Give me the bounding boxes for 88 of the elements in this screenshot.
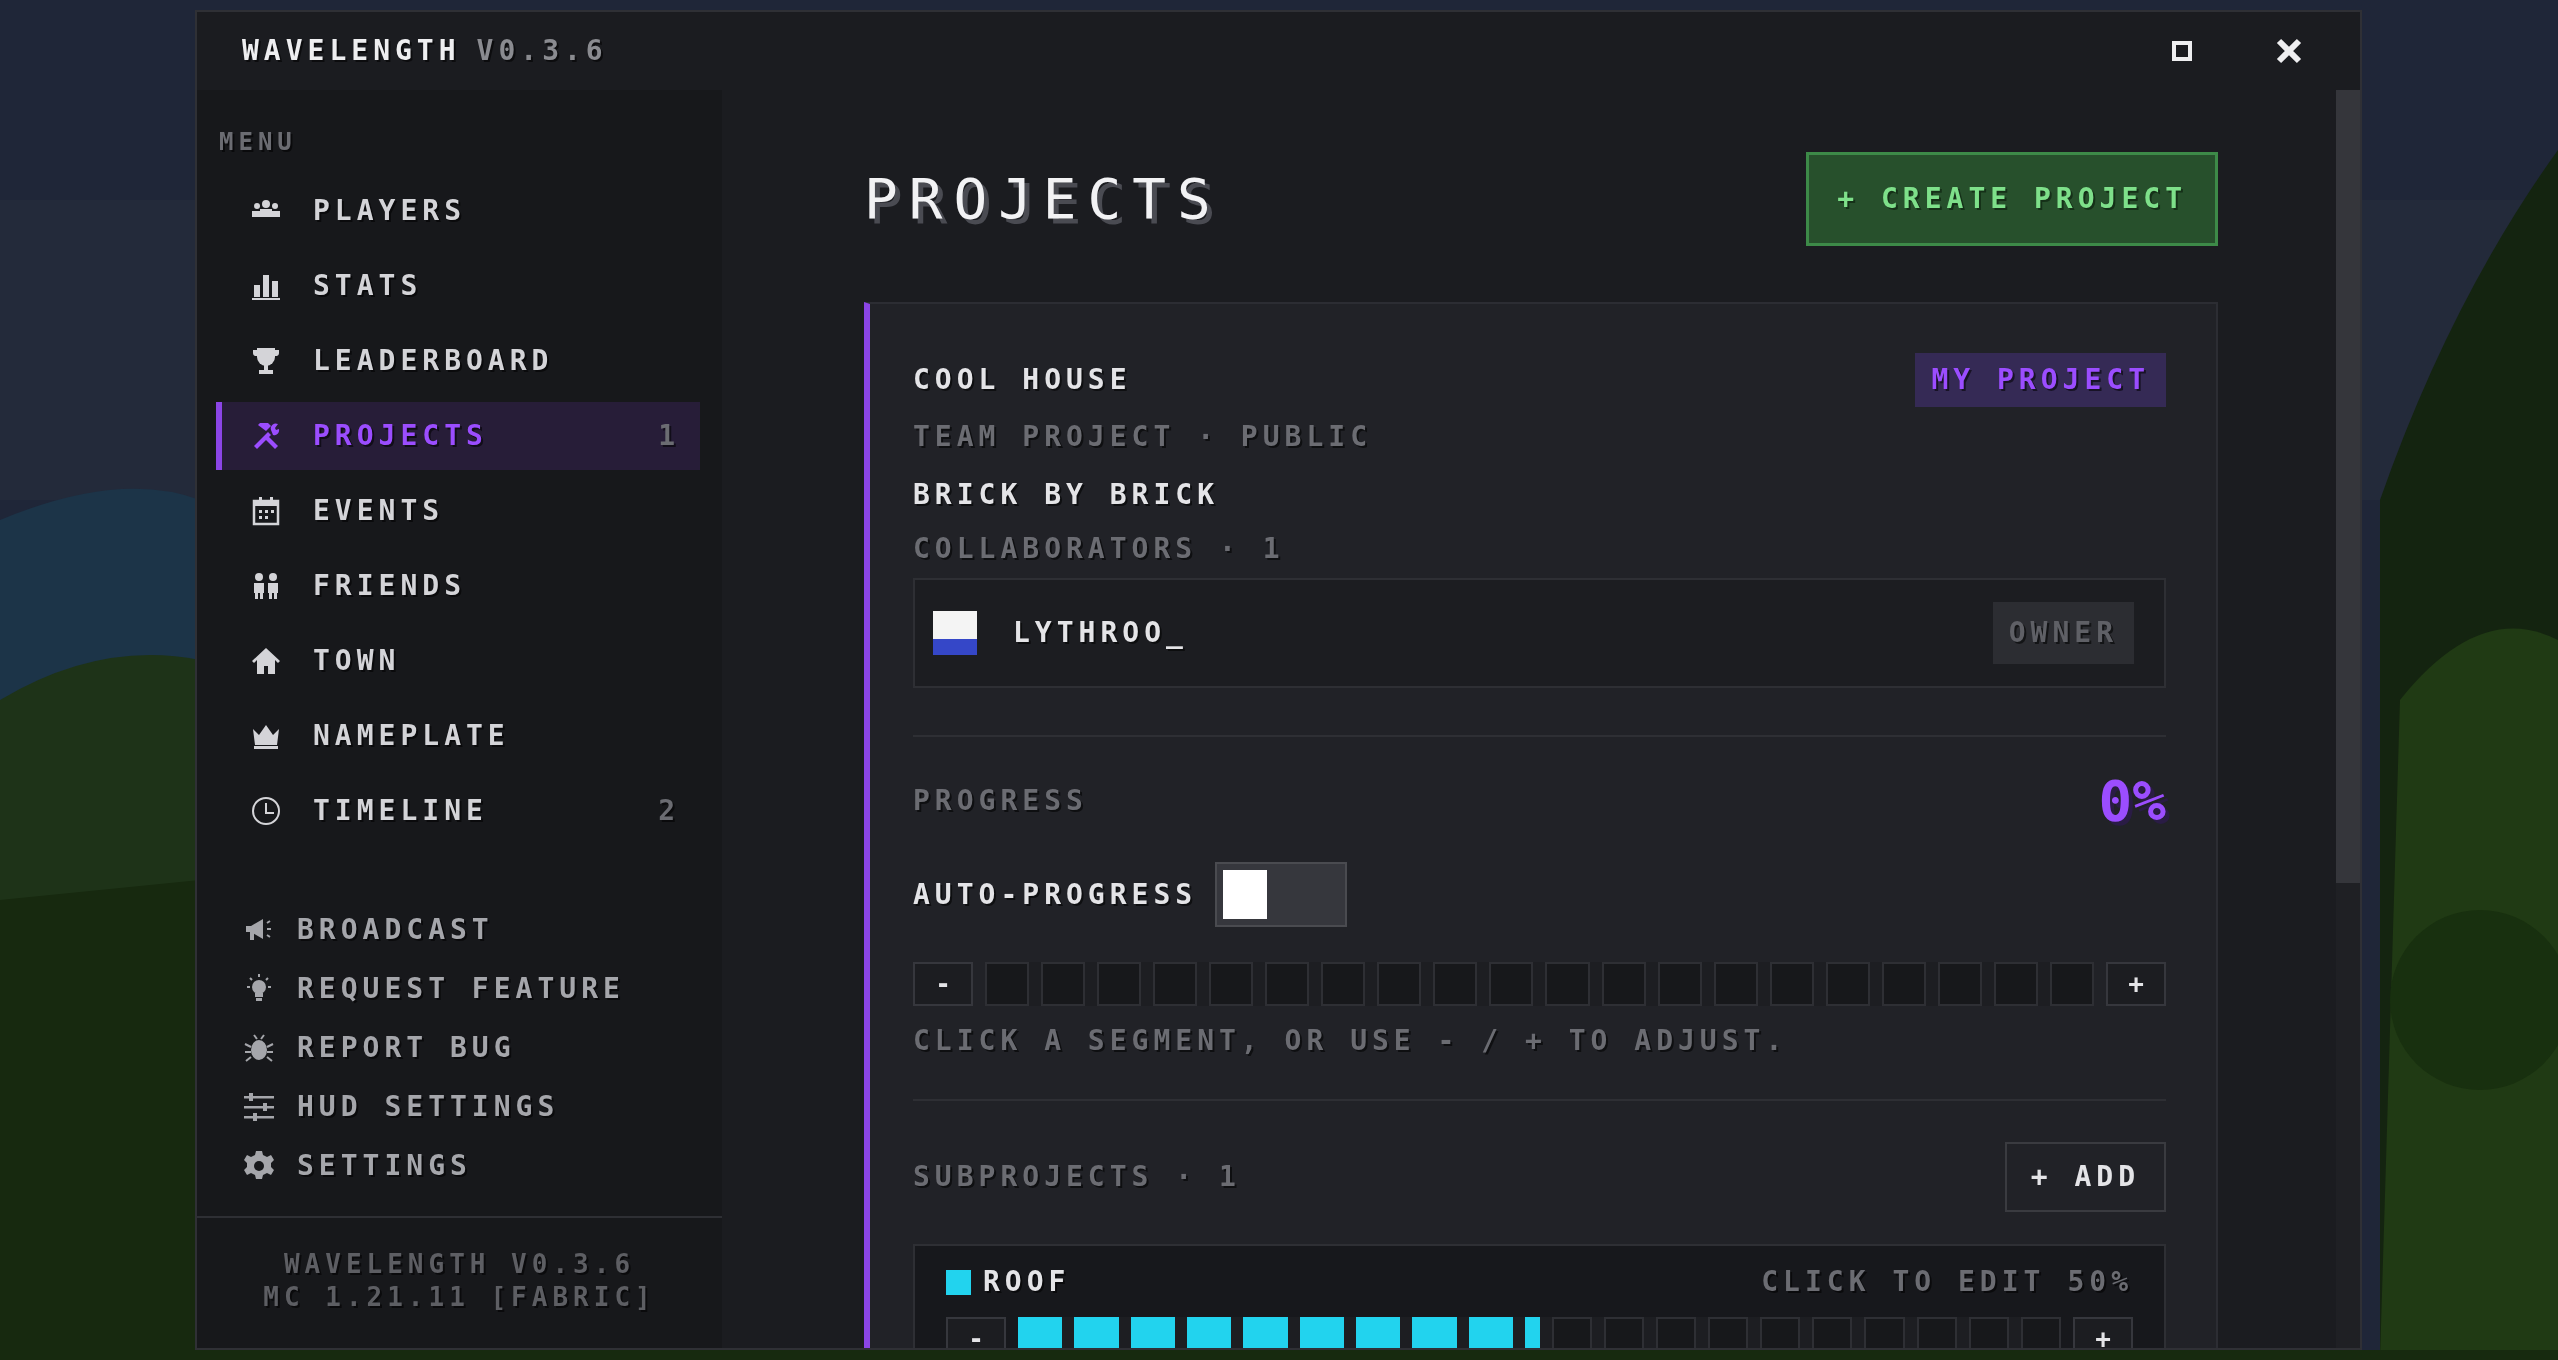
calendar-icon xyxy=(251,496,281,526)
project-name: COOL HOUSE xyxy=(913,362,1132,398)
progress-segment[interactable] xyxy=(1377,962,1422,1006)
sidebar-item[interactable]: SETTINGS xyxy=(216,1141,700,1191)
progress-percent: 0% xyxy=(2098,767,2166,835)
progress-segment[interactable] xyxy=(1097,962,1142,1006)
add-button[interactable]: + ADD xyxy=(2004,1142,2166,1212)
progress-segment[interactable] xyxy=(1881,962,1926,1006)
item-count: 1 xyxy=(658,418,680,454)
subproject-name: ROOF xyxy=(983,1264,1071,1300)
progress-segment[interactable] xyxy=(1551,1317,1592,1348)
progress-segment[interactable] xyxy=(1812,1317,1853,1348)
decrement-button[interactable]: - xyxy=(946,1317,1006,1348)
progress-label: PROGRESS xyxy=(913,783,1088,819)
subprojects-label: SUBPROJECTS · 1 xyxy=(913,1159,1241,1195)
sidebar-item[interactable]: LEADERBOARD xyxy=(216,327,700,395)
project-meta: TEAM PROJECT · PUBLIC xyxy=(913,419,1373,455)
subproject-card[interactable]: ROOF CLICK TO EDIT 50% - + xyxy=(913,1244,2166,1348)
sidebar-item[interactable]: REPORT BUG xyxy=(216,1023,700,1073)
project-badge: MY PROJECT xyxy=(1915,353,2166,407)
toggle-switch[interactable] xyxy=(1215,862,1348,927)
team-name: BRICK BY BRICK xyxy=(913,477,1220,513)
progress-segment[interactable] xyxy=(1825,962,1870,1006)
sidebar-item[interactable]: TOWN xyxy=(216,627,700,695)
sidebar-item[interactable]: TIMELINE 2 xyxy=(216,777,700,845)
auto-progress-label: AUTO-PROGRESS xyxy=(913,876,1198,913)
progress-segment[interactable] xyxy=(1655,1317,1696,1348)
collaborator-name: LYTHROO_ xyxy=(1013,615,1188,651)
progress-segment[interactable] xyxy=(1937,962,1982,1006)
progress-segment[interactable] xyxy=(1209,962,1254,1006)
progress-segment[interactable] xyxy=(1603,1317,1644,1348)
progress-segment[interactable] xyxy=(1864,1317,1905,1348)
edit-hint: CLICK TO EDIT xyxy=(1761,1264,2046,1300)
clock-icon xyxy=(251,796,281,826)
progress-segment[interactable] xyxy=(1265,962,1310,1006)
trophy-icon xyxy=(251,346,281,376)
sidebar-item[interactable]: REQUEST FEATURE xyxy=(216,964,700,1014)
progress-segment[interactable] xyxy=(1993,962,2038,1006)
version-label: V0.3.6 xyxy=(476,33,608,69)
progress-segment[interactable] xyxy=(1707,1317,1749,1348)
progress-segment[interactable] xyxy=(1916,1317,1957,1348)
hint-text: CLICK A SEGMENT, OR USE - / + TO ADJUST. xyxy=(913,1023,1789,1059)
sidebar-item[interactable]: PLAYERS xyxy=(216,177,700,245)
decrement-button[interactable]: - xyxy=(913,962,973,1006)
bug-icon xyxy=(243,1032,275,1064)
menu-heading: MENU xyxy=(218,128,298,156)
footer-text: MC 1.21.11 [FABRIC] xyxy=(262,1281,657,1314)
app-title: WAVELENGTH xyxy=(242,33,461,69)
progress-segment[interactable] xyxy=(1321,962,1366,1006)
subproject-percent: 50% xyxy=(2067,1264,2133,1300)
item-count: 2 xyxy=(658,793,680,829)
sidebar-item[interactable]: NAMEPLATE xyxy=(216,702,700,770)
progress-segment[interactable] xyxy=(2049,962,2094,1006)
footer-text: WAVELENGTH V0.3.6 xyxy=(282,1248,637,1281)
progress-segment[interactable] xyxy=(1601,962,1646,1006)
segment-track[interactable] xyxy=(985,962,2094,1006)
progress-segment[interactable] xyxy=(2020,1317,2062,1348)
segment-track[interactable] xyxy=(1018,1317,2061,1348)
close-icon xyxy=(2276,38,2302,64)
progress-segment[interactable] xyxy=(1713,962,1758,1006)
maximize-icon xyxy=(2172,41,2192,61)
create-project-button[interactable]: + CREATE PROJECT xyxy=(1806,152,2218,246)
house-icon xyxy=(251,646,281,676)
scrollbar-thumb[interactable] xyxy=(2336,90,2360,883)
progress-segment[interactable] xyxy=(1489,962,1534,1006)
progress-segment[interactable] xyxy=(1041,962,1086,1006)
progress-segment[interactable] xyxy=(1433,962,1478,1006)
progress-segment[interactable] xyxy=(1657,962,1702,1006)
progress-segment[interactable] xyxy=(1769,962,1814,1006)
sliders-icon xyxy=(243,1091,275,1123)
settings-icon xyxy=(243,1150,275,1182)
progress-segment[interactable] xyxy=(1545,962,1590,1006)
progress-segment[interactable] xyxy=(1968,1317,2009,1348)
progress-segment[interactable] xyxy=(1760,1317,1801,1348)
collaborators-label: COLLABORATORS · 1 xyxy=(913,531,1286,567)
increment-button[interactable]: + xyxy=(2106,962,2166,1006)
page-title: PROJECTS xyxy=(864,165,1222,233)
sidebar-item[interactable]: BROADCAST xyxy=(216,905,700,955)
two-people-icon xyxy=(251,571,281,601)
sidebar-item[interactable]: EVENTS xyxy=(216,477,700,545)
sidebar-item[interactable]: HUD SETTINGS xyxy=(216,1082,700,1132)
sidebar-item[interactable]: FRIENDS xyxy=(216,552,700,620)
increment-button[interactable]: + xyxy=(2073,1317,2133,1348)
progress-segment[interactable] xyxy=(985,962,1030,1006)
sidebar-item[interactable]: STATS xyxy=(216,252,700,320)
progress-segment[interactable] xyxy=(1153,962,1198,1006)
avatar-icon xyxy=(933,611,977,655)
sidebar-item[interactable]: PROJECTS 1 xyxy=(216,402,700,470)
